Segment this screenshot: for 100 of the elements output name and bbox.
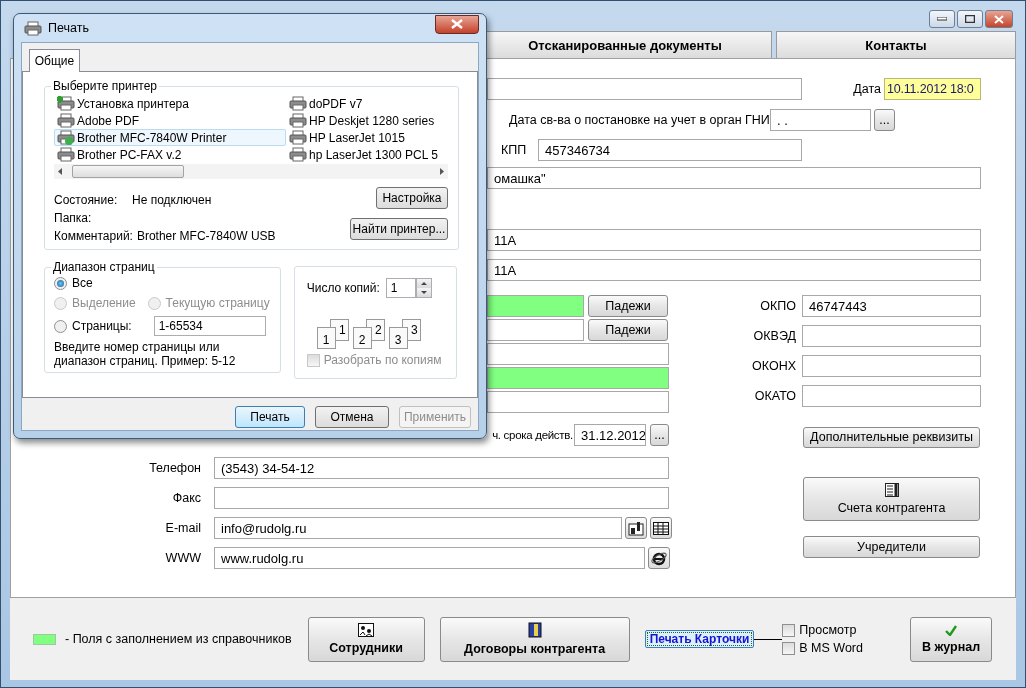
journal-button[interactable]: В журнал <box>910 616 992 662</box>
date-field[interactable]: 31.12.2012 <box>574 424 646 446</box>
scroll-thumb[interactable] <box>72 165 184 178</box>
printer-icon <box>289 147 307 162</box>
radio-button[interactable] <box>54 319 67 333</box>
legend-text: - Поля с заполнением из справочников <box>65 632 292 646</box>
text-field[interactable] <box>214 487 669 509</box>
dialog-button[interactable]: Отмена <box>315 406 389 428</box>
text-field[interactable]: 11А <box>487 229 981 251</box>
page-sheet: 1 <box>316 327 336 349</box>
printer-item[interactable]: Brother PC-FAX v.2 <box>54 146 286 163</box>
extra-details-button[interactable]: Дополнительные реквизиты <box>803 426 980 448</box>
date-field[interactable]: . . <box>770 109 871 131</box>
field-label: Факс <box>171 491 201 505</box>
text-field[interactable] <box>802 355 981 377</box>
find-printer-button[interactable]: Найти принтер... <box>350 218 448 240</box>
print-card-button[interactable]: Печать Карточки <box>644 630 755 648</box>
text-field[interactable]: омашка" <box>487 167 981 189</box>
pages-field[interactable]: 1-65534 <box>153 316 266 336</box>
field-label: ОКОНХ <box>751 359 796 373</box>
text-field[interactable] <box>487 319 584 341</box>
radio-label: Текущую страницу <box>165 296 270 310</box>
table-icon <box>653 521 669 535</box>
field-label: Дата <box>852 82 881 96</box>
text-field[interactable] <box>802 385 981 407</box>
contracts-button[interactable]: Договоры контрагента <box>439 616 630 662</box>
cases-button[interactable]: Падежи <box>588 295 668 317</box>
printer-item[interactable]: Brother MFC-7840W Printer <box>54 129 286 146</box>
browse-button[interactable]: ... <box>650 424 669 446</box>
browser-button[interactable] <box>648 547 670 569</box>
table-button[interactable] <box>650 517 672 539</box>
copies-field[interactable]: 1 <box>385 278 416 298</box>
maximize-button[interactable] <box>957 10 983 28</box>
field-label: E-mail <box>164 521 201 535</box>
tab[interactable]: Контакты <box>776 31 1016 58</box>
text-field[interactable]: 457346734 <box>538 139 802 161</box>
field-label: Дата св-ва о постановке на учет в орган ГНИ <box>508 113 770 127</box>
text-field[interactable]: www.rudolg.ru <box>214 547 645 569</box>
staff-button[interactable]: Сотрудники <box>307 616 425 662</box>
status-value: Не подключен <box>132 192 212 207</box>
printer-item[interactable]: Adobe PDF <box>54 112 286 129</box>
status-value: Brother MFC-7840W USB <box>136 228 276 243</box>
field-label: ч. срока действ. <box>491 429 573 441</box>
accounts-button[interactable]: Счета контрагента <box>803 477 980 521</box>
text-field[interactable]: 46747443 <box>802 295 981 317</box>
radio-label: Выделение <box>72 296 136 310</box>
close-button[interactable] <box>435 14 479 34</box>
tab[interactable]: Общие <box>29 49 80 72</box>
field-label: Число копий: <box>306 281 380 295</box>
field-label: ОКВЭД <box>752 329 796 343</box>
text-field[interactable] <box>802 325 981 347</box>
radio-button[interactable] <box>54 276 67 290</box>
printer-item[interactable]: HP Deskjet 1280 series <box>286 112 448 129</box>
page-sheet: 2 <box>352 327 372 349</box>
date-field[interactable]: 10.11.2012 18:0 <box>884 78 981 100</box>
group-title: Выберите принтер <box>52 79 158 93</box>
field-label: Телефон <box>148 461 201 475</box>
minimize-button[interactable] <box>929 10 955 28</box>
scroll-right-icon <box>440 168 444 175</box>
status-label: Комментарий: <box>54 228 133 243</box>
connector-line <box>754 638 783 640</box>
status-label: Состояние: <box>54 192 119 207</box>
text-field[interactable] <box>487 391 669 413</box>
text-field[interactable] <box>487 343 669 365</box>
browse-button[interactable]: ... <box>874 109 895 131</box>
checkbox[interactable] <box>782 623 796 637</box>
printer-icon <box>57 147 75 162</box>
add-printer-icon <box>57 96 75 111</box>
printer-icon <box>289 113 307 128</box>
people-icon <box>358 623 375 637</box>
printer-item[interactable]: doPDF v7 <box>286 95 448 112</box>
setup-button[interactable]: Настройка <box>376 187 448 209</box>
founders-button[interactable]: Учредители <box>803 536 980 558</box>
horizontal-scrollbar[interactable] <box>54 164 448 179</box>
radio-label: Страницы: <box>72 319 132 333</box>
text-field[interactable] <box>487 367 669 389</box>
maximize-icon <box>965 15 975 23</box>
close-icon <box>994 14 1004 24</box>
spin-control[interactable] <box>415 278 432 298</box>
printer-item[interactable]: Установка принтера <box>54 95 286 112</box>
printer-item[interactable]: hp LaserJet 1300 PCL 5 <box>286 146 448 163</box>
field-label: WWW <box>164 551 201 565</box>
dialog-button[interactable]: Печать <box>235 406 305 428</box>
text-field[interactable]: info@rudolg.ru <box>214 517 622 539</box>
status-label: Папка: <box>54 210 93 225</box>
checkbox-label: Просмотр <box>799 623 857 637</box>
down-icon <box>420 291 427 294</box>
checkbox[interactable] <box>782 641 796 655</box>
field-label: ОКПО <box>759 299 796 313</box>
text-field[interactable]: 11А <box>487 259 981 281</box>
hint-text: Введите номер страницы или диапазон страниц. Пример: 5-12 <box>54 340 237 368</box>
text-field[interactable] <box>487 295 584 317</box>
printer-item[interactable]: HP LaserJet 1015 <box>286 129 448 146</box>
document-icon <box>884 483 899 497</box>
cases-button[interactable]: Падежи <box>588 319 668 341</box>
text-field[interactable]: (3543) 34-54-12 <box>214 457 669 479</box>
close-button[interactable] <box>985 10 1013 28</box>
text-field[interactable] <box>487 78 802 100</box>
group-title: Диапазон страниц <box>52 260 156 274</box>
printer-icon <box>57 130 75 145</box>
